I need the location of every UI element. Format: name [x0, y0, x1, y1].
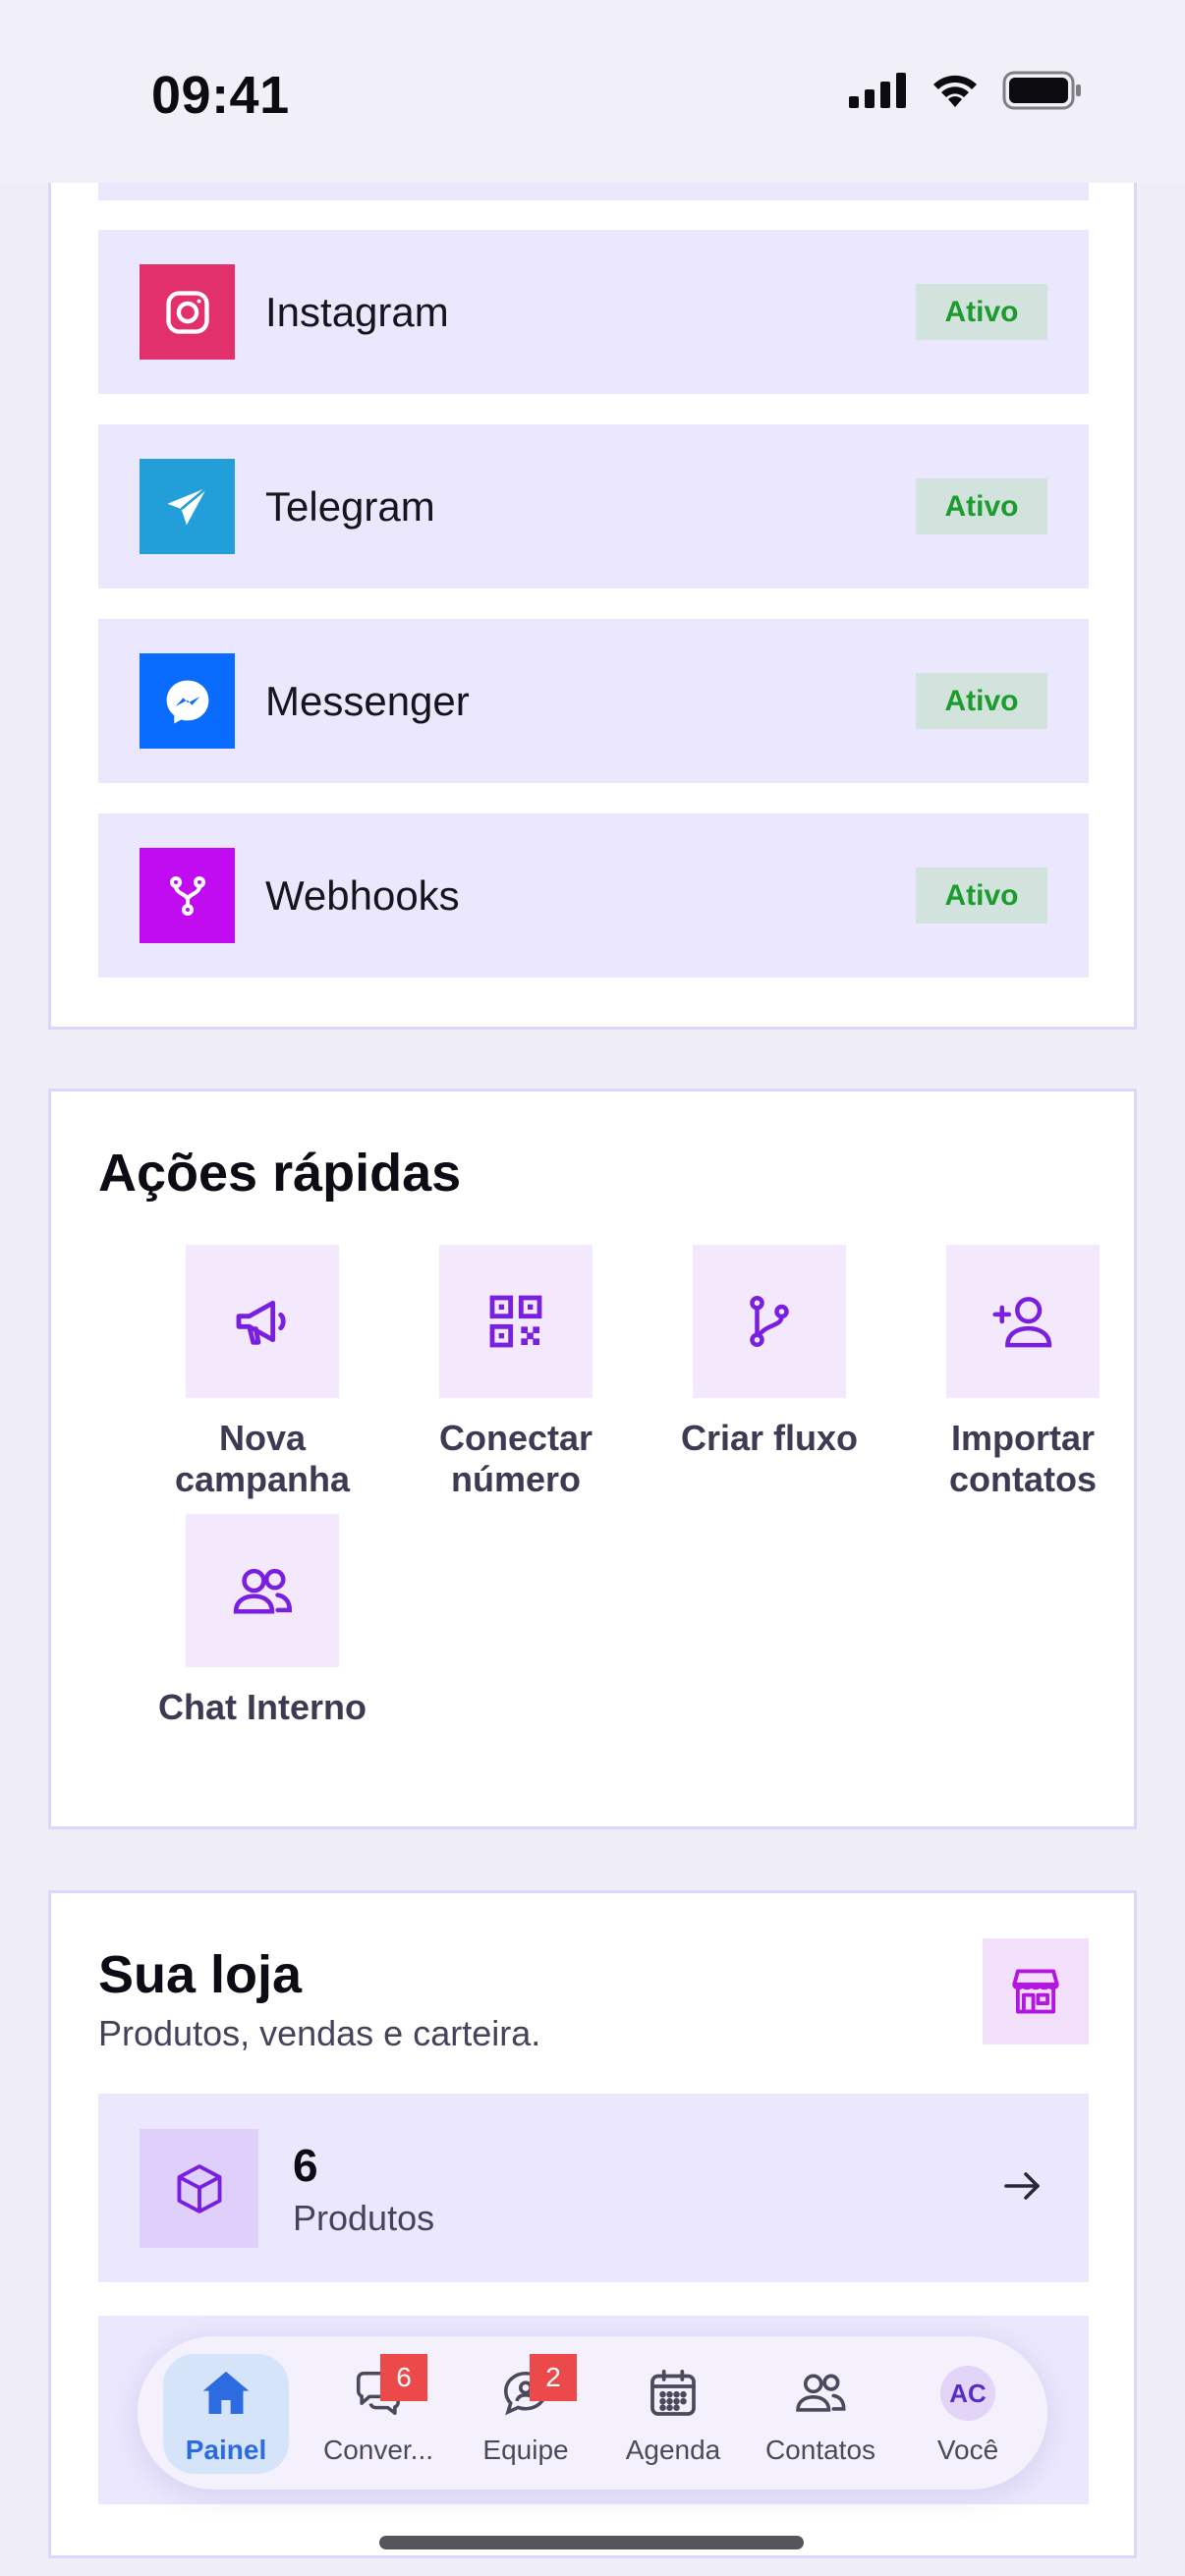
action-label: Chat Interno — [158, 1687, 367, 1727]
webhook-icon — [140, 848, 235, 943]
package-icon — [140, 2129, 258, 2248]
action-importar-contatos[interactable]: Importar contatos — [915, 1245, 1131, 1500]
home-icon — [138, 2362, 314, 2425]
nav-label: Você — [936, 2435, 999, 2465]
chat-bubbles-icon — [300, 2362, 457, 2425]
channel-name: Webhooks — [265, 871, 460, 919]
store-subtitle: Produtos, vendas e carteira. — [98, 2013, 541, 2053]
messenger-icon — [140, 653, 235, 749]
action-label: Conectar número — [438, 1418, 593, 1499]
status-bar: 09:41 — [0, 0, 1185, 183]
action-label: Importar contatos — [948, 1418, 1097, 1499]
action-nova-campanha[interactable]: Nova campanha — [154, 1245, 370, 1500]
status-badge: Ativo — [916, 284, 1047, 340]
status-badge: Ativo — [916, 478, 1047, 534]
channel-row-messenger[interactable]: Messenger Ativo — [98, 619, 1089, 783]
avatar: AC — [940, 2366, 995, 2421]
notification-badge: 2 — [530, 2354, 577, 2401]
status-badge: Ativo — [916, 673, 1047, 729]
channel-row-telegram[interactable]: Telegram Ativo — [98, 424, 1089, 588]
megaphone-icon — [186, 1245, 339, 1398]
avatar-wrapper: AC — [889, 2362, 1046, 2425]
section-title: Sua loja — [98, 1945, 303, 2004]
qr-code-icon — [439, 1245, 592, 1398]
user-plus-icon — [946, 1245, 1100, 1398]
notification-badge: 6 — [380, 2354, 427, 2401]
channels-card: Instagram Ativo Telegram Ativo Messenger — [48, 147, 1137, 1030]
users-icon — [186, 1514, 339, 1667]
action-label: Nova campanha — [174, 1418, 351, 1499]
wifi-icon — [933, 75, 977, 107]
section-title: Ações rápidas — [98, 1144, 462, 1203]
action-conectar-numero[interactable]: Conectar número — [408, 1245, 624, 1500]
status-badge: Ativo — [916, 868, 1047, 924]
nav-conversas[interactable]: 6 Conver... — [300, 2336, 457, 2490]
storefront-icon[interactable] — [983, 1938, 1089, 2044]
home-indicator[interactable] — [379, 2536, 804, 2549]
quick-actions-card: Ações rápidas Nova campanha Conectar núm… — [48, 1089, 1137, 1829]
app-screen: 09:41 Instagram Ativo Telegram Ativo Mes… — [0, 0, 1185, 2576]
channel-row-webhooks[interactable]: Webhooks Ativo — [98, 813, 1089, 978]
action-label: Criar fluxo — [680, 1418, 859, 1458]
nav-contatos[interactable]: Contatos — [742, 2336, 899, 2490]
action-criar-fluxo[interactable]: Criar fluxo — [661, 1245, 877, 1459]
instagram-icon — [140, 264, 235, 360]
calendar-icon — [594, 2362, 752, 2425]
nav-agenda[interactable]: Agenda — [594, 2336, 752, 2490]
products-row[interactable]: 6 Produtos — [98, 2094, 1089, 2282]
arrow-right-icon — [998, 2162, 1045, 2214]
channel-name: Instagram — [265, 288, 449, 335]
bottom-nav: Painel 6 Conver... 2 Equipe Agenda Conta… — [138, 2336, 1047, 2490]
products-label: Produtos — [293, 2198, 435, 2238]
action-chat-interno[interactable]: Chat Interno — [154, 1514, 370, 1728]
nav-voce[interactable]: AC Você — [889, 2336, 1046, 2490]
telegram-icon — [140, 459, 235, 554]
nav-equipe[interactable]: 2 Equipe — [447, 2336, 604, 2490]
channel-name: Messenger — [265, 677, 470, 724]
signal-icon — [849, 73, 906, 108]
channel-row-instagram[interactable]: Instagram Ativo — [98, 230, 1089, 394]
status-time: 09:41 — [151, 66, 290, 125]
team-chat-icon — [447, 2362, 604, 2425]
products-count: 6 — [293, 2140, 318, 2191]
nav-painel[interactable]: Painel — [138, 2336, 314, 2490]
git-branch-icon — [693, 1245, 846, 1398]
contacts-icon — [742, 2362, 899, 2425]
channel-name: Telegram — [265, 482, 435, 530]
status-icons — [849, 71, 1083, 110]
battery-icon — [1002, 71, 1081, 110]
